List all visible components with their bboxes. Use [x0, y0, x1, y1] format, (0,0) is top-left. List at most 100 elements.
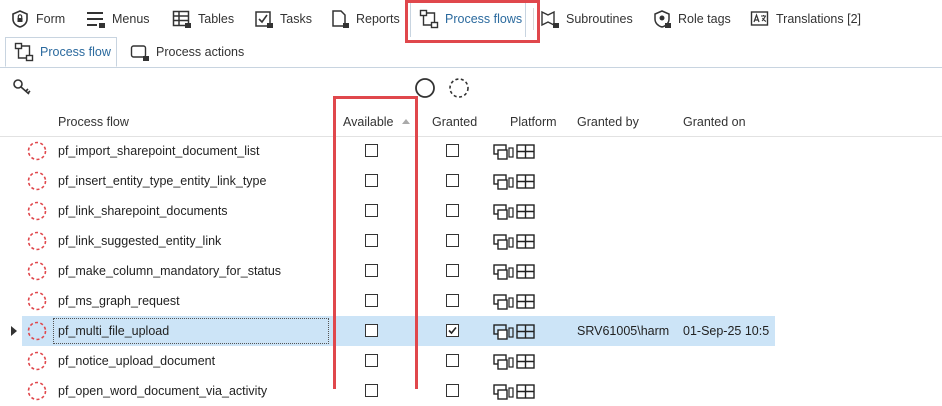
- subroutine-lock-icon: [540, 9, 560, 29]
- tab-label: Process flows: [445, 12, 523, 26]
- process-flow-name[interactable]: pf_insert_entity_type_entity_link_type: [58, 166, 266, 196]
- tab-label: Tables: [198, 11, 235, 26]
- shield-lock-icon: [10, 9, 30, 29]
- tab-menus[interactable]: Menus: [86, 0, 150, 37]
- process-flow-name[interactable]: pf_notice_upload_document: [58, 346, 215, 376]
- platform-icons: [493, 262, 537, 280]
- granted-on-cell: [683, 196, 775, 226]
- platform-icons: [493, 382, 537, 400]
- status-dashed-circle-icon: [27, 171, 47, 191]
- table-row[interactable]: pf_multi_file_upload SRV61005\harm 01-Sep-…: [0, 316, 942, 346]
- table-row[interactable]: pf_ms_graph_request: [0, 286, 942, 316]
- column-header-granted-on[interactable]: Granted on: [683, 108, 746, 136]
- table-row[interactable]: pf_notice_upload_document: [0, 346, 942, 376]
- granted-on-cell: [683, 376, 775, 406]
- sort-ascending-icon: [402, 119, 410, 124]
- subtab-label: Process actions: [156, 45, 245, 59]
- available-checkbox[interactable]: [365, 354, 378, 367]
- platform-icons: [493, 322, 537, 340]
- granted-checkbox[interactable]: [446, 294, 459, 307]
- available-checkbox[interactable]: [365, 264, 378, 277]
- granted-on-cell: [683, 166, 775, 196]
- granted-checkbox[interactable]: [446, 204, 459, 217]
- tab-process-flows[interactable]: Process flows: [410, 0, 526, 37]
- process-flow-icon: [14, 42, 34, 62]
- table-row[interactable]: pf_link_suggested_entity_link: [0, 226, 942, 256]
- platform-icons: [493, 352, 537, 370]
- column-header-granted[interactable]: Granted: [432, 108, 477, 136]
- report-lock-icon: [330, 9, 350, 29]
- granted-on-cell: [683, 286, 775, 316]
- tab-label: Translations [2]: [776, 11, 861, 26]
- menu-lock-icon: [86, 9, 106, 29]
- granted-checkbox[interactable]: [446, 264, 459, 277]
- status-dashed-circle-icon: [27, 381, 47, 401]
- available-checkbox[interactable]: [365, 384, 378, 397]
- platform-icons: [493, 142, 537, 160]
- process-flow-icon: [419, 9, 439, 29]
- column-header-platform[interactable]: Platform: [510, 108, 557, 136]
- available-checkbox[interactable]: [365, 234, 378, 247]
- status-dashed-circle-icon: [27, 351, 47, 371]
- platform-icons: [493, 202, 537, 220]
- table-row[interactable]: pf_link_sharepoint_documents: [0, 196, 942, 226]
- available-checkbox[interactable]: [365, 204, 378, 217]
- granted-checkbox[interactable]: [446, 234, 459, 247]
- status-dashed-circle-icon: [27, 201, 47, 221]
- process-flow-name[interactable]: pf_make_column_mandatory_for_status: [58, 256, 281, 286]
- available-checkbox[interactable]: [365, 324, 378, 337]
- process-flow-name[interactable]: pf_link_sharepoint_documents: [58, 196, 228, 226]
- column-header-available[interactable]: Available: [343, 108, 394, 136]
- status-dashed-circle-icon: [27, 141, 47, 161]
- tab-role-tags[interactable]: Role tags: [652, 0, 731, 37]
- available-checkbox[interactable]: [365, 174, 378, 187]
- tab-label: Reports: [356, 11, 400, 26]
- process-flow-name[interactable]: pf_open_word_document_via_activity: [58, 376, 267, 406]
- status-dashed-circle-icon: [27, 321, 47, 341]
- granted-checkbox[interactable]: [446, 174, 459, 187]
- key-icon[interactable]: [12, 77, 34, 97]
- tab-subroutines[interactable]: Subroutines: [540, 0, 633, 37]
- granted-on-cell: 01-Sep-25 10:5: [683, 324, 770, 338]
- subtab-process-flow[interactable]: Process flow: [5, 37, 117, 67]
- column-header-process-flow[interactable]: Process flow: [58, 108, 129, 136]
- tab-label: Tasks: [280, 11, 312, 26]
- platform-icons: [493, 172, 537, 190]
- available-checkbox[interactable]: [365, 144, 378, 157]
- circle-dashed-icon[interactable]: [448, 77, 470, 99]
- tab-translations[interactable]: Translations [2]: [750, 0, 861, 37]
- granted-checkbox[interactable]: [446, 324, 459, 337]
- table-row[interactable]: pf_open_word_document_via_activity: [0, 376, 942, 406]
- tab-tasks[interactable]: Tasks: [254, 0, 312, 37]
- status-dashed-circle-icon: [27, 261, 47, 281]
- platform-icons: [493, 292, 537, 310]
- tab-form[interactable]: Form: [10, 0, 65, 37]
- tab-reports[interactable]: Reports: [330, 0, 400, 37]
- column-header-granted-by[interactable]: Granted by: [577, 108, 639, 136]
- granted-by-cell: SRV61005\harm: [577, 324, 670, 338]
- subtab-process-actions[interactable]: Process actions: [130, 37, 244, 67]
- table-row[interactable]: pf_insert_entity_type_entity_link_type: [0, 166, 942, 196]
- available-checkbox[interactable]: [365, 294, 378, 307]
- process-flow-name[interactable]: pf_link_suggested_entity_link: [58, 226, 221, 256]
- table-row[interactable]: pf_import_sharepoint_document_list: [0, 136, 942, 166]
- translation-icon: [750, 9, 770, 29]
- circle-solid-icon[interactable]: [414, 77, 436, 99]
- status-dashed-circle-icon: [27, 291, 47, 311]
- table-row[interactable]: pf_make_column_mandatory_for_status: [0, 256, 942, 286]
- granted-checkbox[interactable]: [446, 144, 459, 157]
- granted-on-cell: [683, 136, 775, 166]
- role-tag-icon: [652, 9, 672, 29]
- task-lock-icon: [254, 9, 274, 29]
- granted-on-cell: [683, 346, 775, 376]
- granted-checkbox[interactable]: [446, 384, 459, 397]
- tab-label: Form: [36, 11, 66, 26]
- process-flow-name[interactable]: pf_multi_file_upload: [58, 316, 169, 346]
- process-flow-name[interactable]: pf_import_sharepoint_document_list: [58, 136, 260, 166]
- granted-checkbox[interactable]: [446, 354, 459, 367]
- platform-icons: [493, 232, 537, 250]
- tab-label: Subroutines: [566, 11, 633, 26]
- current-row-indicator-icon: [11, 326, 17, 336]
- process-flow-name[interactable]: pf_ms_graph_request: [58, 286, 180, 316]
- tab-tables[interactable]: Tables: [172, 0, 234, 37]
